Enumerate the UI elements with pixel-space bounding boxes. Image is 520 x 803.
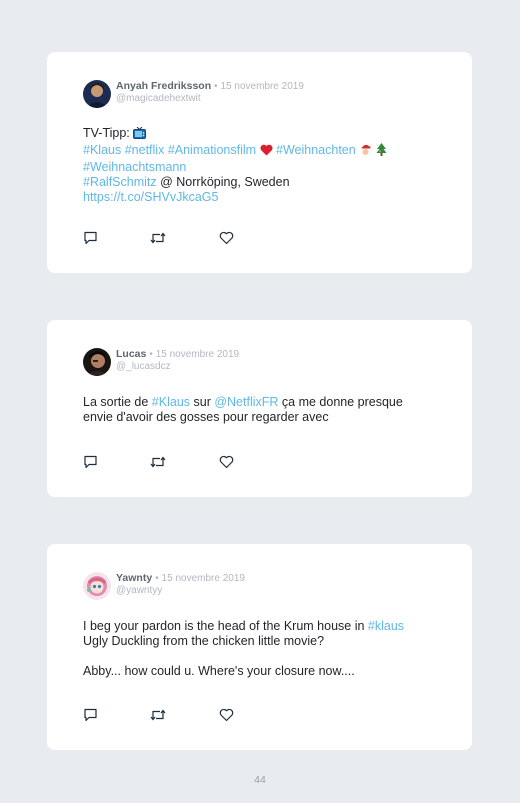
hashtag-link[interactable]: #netflix [125, 143, 165, 157]
location-text: @ Norrköping, Sweden [156, 175, 290, 189]
reply-icon[interactable] [83, 708, 98, 722]
tweet-text: La sortie de #Klaus sur @NetflixFR ça me… [83, 395, 443, 425]
text-segment: La sortie de [83, 395, 152, 409]
tweet-card: Anyah Fredriksson • 15 novembre 2019 @ma… [47, 52, 472, 273]
hashtag-link[interactable]: #Klaus [152, 395, 190, 409]
page-number: 44 [254, 774, 266, 786]
like-icon[interactable] [219, 455, 234, 469]
text-segment: Abby... how could u. Where's your closur… [83, 664, 355, 678]
tweet-date[interactable]: 15 novembre 2019 [156, 349, 239, 360]
text-segment: ça me donne presque [278, 395, 403, 409]
tweet-card: Yawnty • 15 novembre 2019 @yawntyy I beg… [47, 544, 472, 750]
tweet-text: TV-Tipp: #Klaus #netflix #Animationsfilm [83, 126, 443, 205]
author-name[interactable]: Anyah Fredriksson [116, 80, 211, 92]
author-name[interactable]: Lucas [116, 348, 146, 360]
reply-icon[interactable] [83, 455, 98, 469]
separator-dot: • [149, 349, 153, 360]
tweet-actions [83, 708, 243, 722]
author-handle[interactable]: @_lucasdcz [116, 361, 239, 373]
author-handle[interactable]: @magicadehextwit [116, 93, 304, 105]
text-segment: sur [190, 395, 215, 409]
separator-dot: • [155, 573, 159, 584]
text-segment: I beg your pardon is the head of the Kru… [83, 619, 368, 633]
tweet-text: I beg your pardon is the head of the Kru… [83, 619, 443, 679]
red-heart-icon [260, 144, 273, 160]
hashtag-link[interactable]: #klaus [368, 619, 404, 633]
tweet-date[interactable]: 15 novembre 2019 [220, 81, 303, 92]
text-segment: envie d'avoir des gosses pour regarder a… [83, 410, 329, 424]
text-segment: Ugly Duckling from the chicken little mo… [83, 634, 325, 648]
tweet-url-link[interactable]: https://t.co/SHVvJkcaG5 [83, 190, 218, 204]
hashtag-link[interactable]: #RalfSchmitz [83, 175, 157, 189]
tweet-actions [83, 455, 243, 469]
retweet-icon[interactable] [150, 231, 166, 245]
santa-icon [359, 143, 373, 160]
christmas-tree-icon [376, 143, 387, 160]
tweet-header: Anyah Fredriksson • 15 novembre 2019 @ma… [83, 80, 304, 108]
mention-link[interactable]: @NetflixFR [214, 395, 278, 409]
text-segment: TV-Tipp: [83, 126, 134, 140]
tweet-date[interactable]: 15 novembre 2019 [162, 573, 245, 584]
hashtag-link[interactable]: #Weihnachten [276, 143, 356, 157]
tweet-header: Yawnty • 15 novembre 2019 @yawntyy [83, 572, 245, 600]
retweet-icon[interactable] [150, 455, 166, 469]
avatar[interactable] [83, 348, 111, 376]
author-name[interactable]: Yawnty [116, 572, 152, 584]
retweet-icon[interactable] [150, 708, 166, 722]
avatar[interactable] [83, 80, 111, 108]
tweet-actions [83, 231, 243, 245]
author-handle[interactable]: @yawntyy [116, 585, 245, 597]
like-icon[interactable] [219, 231, 234, 245]
hashtag-link[interactable]: #Klaus [83, 143, 121, 157]
tweet-card: Lucas • 15 novembre 2019 @_lucasdcz La s… [47, 320, 472, 497]
reply-icon[interactable] [83, 231, 98, 245]
like-icon[interactable] [219, 708, 234, 722]
hashtag-link[interactable]: #Weihnachtsmann [83, 160, 186, 174]
separator-dot: • [214, 81, 218, 92]
avatar[interactable] [83, 572, 111, 600]
tweet-header: Lucas • 15 novembre 2019 @_lucasdcz [83, 348, 239, 376]
tv-icon [133, 126, 147, 143]
hashtag-link[interactable]: #Animationsfilm [168, 143, 256, 157]
